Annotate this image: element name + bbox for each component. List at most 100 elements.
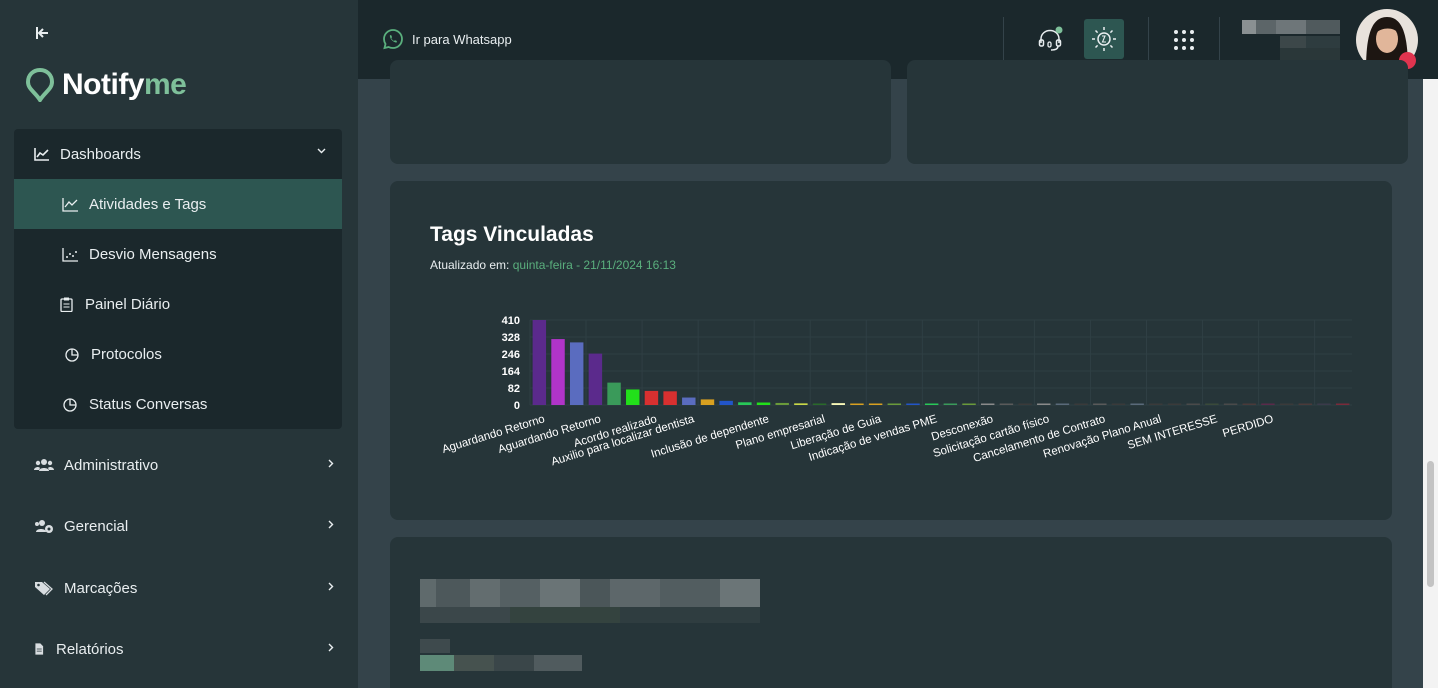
chart-bar[interactable] — [1167, 403, 1182, 406]
chart-bar[interactable] — [588, 353, 603, 405]
chart-bar[interactable] — [532, 320, 547, 405]
nav-label: Relatórios — [56, 640, 124, 658]
pie-chart-icon — [65, 347, 79, 362]
chart-bar[interactable] — [906, 403, 920, 406]
sidebar-item-administrativo[interactable]: Administrativo — [34, 453, 334, 477]
user-info-redacted[interactable] — [1242, 18, 1342, 62]
collapse-sidebar-icon[interactable] — [34, 25, 50, 41]
sidebar-item-label: Atividades e Tags — [89, 195, 207, 213]
chart-bar[interactable] — [831, 403, 845, 405]
users-icon — [34, 459, 54, 471]
chart-bar[interactable] — [1149, 403, 1163, 406]
chevron-down-icon — [317, 148, 326, 154]
chart-bar[interactable] — [756, 402, 771, 405]
y-tick-label: 246 — [502, 349, 520, 361]
chart-bar[interactable] — [719, 400, 733, 405]
clipboard-icon — [60, 297, 73, 312]
support-button[interactable] — [1034, 24, 1066, 56]
app-logo[interactable]: Notifyme — [26, 68, 187, 102]
sidebar-item-relatorios[interactable]: Relatórios — [34, 637, 334, 661]
sun-icon — [1092, 27, 1116, 51]
sidebar-item-label: Status Conversas — [89, 395, 208, 413]
sidebar-item-atividades-e-tags[interactable]: Atividades e Tags — [14, 179, 342, 229]
chart-bar[interactable] — [999, 403, 1014, 406]
whatsapp-label: Ir para Whatsapp — [412, 31, 512, 47]
y-tick-label: 410 — [502, 315, 520, 327]
sidebar-item-painel-diario[interactable]: Painel Diário — [14, 279, 342, 329]
sidebar-item-protocolos[interactable]: Protocolos — [14, 329, 342, 379]
chart-bar[interactable] — [812, 403, 827, 406]
chart-bar[interactable] — [1298, 403, 1313, 406]
logo-text: Notifyme — [62, 68, 187, 101]
chart-bar[interactable] — [1205, 403, 1219, 406]
sidebar-item-label: Desvio Mensagens — [89, 245, 217, 263]
scrollbar-thumb[interactable] — [1427, 461, 1434, 587]
headset-icon — [1038, 26, 1063, 51]
chart-bar[interactable] — [775, 402, 789, 405]
chart-bar[interactable] — [943, 403, 958, 406]
chart-bar[interactable] — [1037, 403, 1051, 406]
card-top-right — [907, 60, 1408, 164]
chart-bar[interactable] — [962, 403, 976, 406]
whatsapp-icon — [383, 29, 403, 50]
chart-bar[interactable] — [551, 339, 565, 405]
sidebar-item-label: Protocolos — [91, 345, 162, 363]
divider — [1003, 17, 1004, 61]
sidebar: Notifyme Dashboards Atividades e Tags De… — [0, 0, 358, 688]
chart-bar[interactable] — [1335, 403, 1350, 406]
theme-toggle-button[interactable] — [1084, 19, 1124, 59]
grid-dots-icon — [1174, 30, 1194, 50]
chart-bar[interactable] — [1223, 403, 1238, 406]
chart-bar[interactable] — [924, 403, 939, 406]
divider — [1148, 17, 1149, 61]
sidebar-item-marcacoes[interactable]: Marcações — [34, 576, 334, 600]
chart-bar[interactable] — [569, 342, 584, 405]
chart-bar[interactable] — [868, 403, 883, 406]
sidebar-item-status-conversas[interactable]: Status Conversas — [14, 379, 342, 429]
pie-chart-icon — [63, 397, 77, 412]
chart-bar[interactable] — [1074, 403, 1088, 406]
chart-bar[interactable] — [1279, 403, 1294, 406]
x-tick-label: PERDIDO — [1221, 413, 1275, 440]
dashboards-menu: Dashboards Atividades e Tags Desvio Mens… — [14, 129, 342, 429]
chart-bar[interactable] — [794, 403, 808, 405]
chevron-right-icon — [328, 643, 334, 652]
chart-bar[interactable] — [644, 390, 659, 405]
whatsapp-link[interactable]: Ir para Whatsapp — [382, 28, 512, 50]
chart-bar[interactable] — [1242, 403, 1256, 406]
location-pin-icon — [26, 68, 54, 102]
chart-bar[interactable] — [1317, 403, 1331, 406]
chart-bar[interactable] — [700, 399, 715, 405]
line-chart-icon — [62, 197, 78, 212]
dashboards-menu-toggle[interactable]: Dashboards — [14, 129, 342, 179]
sidebar-item-gerencial[interactable]: Gerencial — [34, 514, 334, 538]
chart-bar[interactable] — [626, 389, 640, 405]
chart-bar[interactable] — [607, 382, 621, 405]
tags-icon — [35, 581, 53, 596]
tags-bar-chart: 410328246164820Aguardando RetornoAguarda… — [441, 315, 1352, 468]
sidebar-item-desvio-mensagens[interactable]: Desvio Mensagens — [14, 229, 342, 279]
chart-bar[interactable] — [1130, 403, 1144, 406]
chart-bar[interactable] — [980, 403, 995, 406]
chart-bar[interactable] — [738, 402, 752, 405]
chevron-right-icon — [328, 520, 334, 529]
document-icon — [35, 643, 44, 655]
y-tick-label: 82 — [508, 383, 520, 395]
y-tick-label: 328 — [502, 332, 520, 344]
chart-bar[interactable] — [850, 403, 864, 406]
nav-label: Gerencial — [64, 517, 129, 535]
chart-bar[interactable] — [1186, 403, 1200, 406]
chart-bar[interactable] — [682, 397, 696, 405]
tags-card: Tags Vinculadas Atualizado em: quinta-fe… — [390, 181, 1392, 520]
nav-label: Administrativo — [64, 456, 159, 474]
chart-bar[interactable] — [1018, 403, 1032, 406]
chart-bar[interactable] — [887, 403, 902, 406]
chart-bar[interactable] — [1261, 403, 1275, 406]
chart-bar[interactable] — [1093, 403, 1107, 406]
chart-bar[interactable] — [1055, 403, 1070, 406]
apps-menu-button[interactable] — [1168, 24, 1200, 56]
scrollbar-track[interactable] — [1423, 79, 1438, 688]
chart-bar[interactable] — [1111, 403, 1126, 406]
chart-bar[interactable] — [663, 391, 677, 405]
chevron-right-icon — [328, 582, 334, 591]
